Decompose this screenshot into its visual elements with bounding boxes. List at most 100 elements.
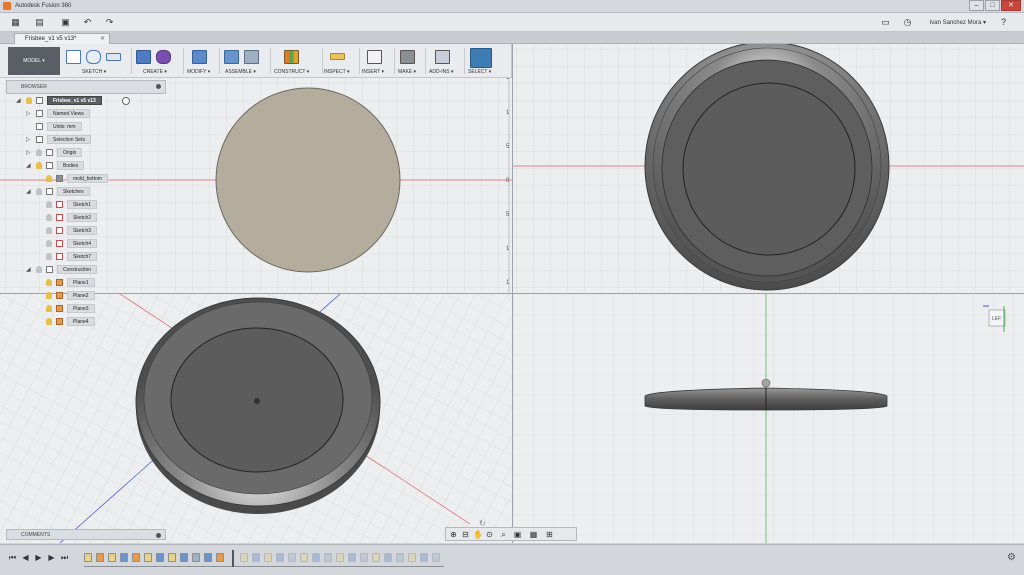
tree-node-label[interactable]: Sketch2 xyxy=(67,213,98,222)
timeline-feature-suppressed-icon[interactable] xyxy=(336,553,344,562)
comments-panel-header[interactable]: COMMENTS xyxy=(6,529,166,540)
visibility-bulb-icon[interactable] xyxy=(46,240,52,247)
visibility-bulb-icon[interactable] xyxy=(46,175,52,182)
job-status-icon[interactable]: ▭ xyxy=(880,17,891,28)
visibility-bulb-icon[interactable] xyxy=(46,227,52,234)
select-cursor-icon[interactable] xyxy=(470,48,492,68)
look-at-icon[interactable]: ⊟ xyxy=(461,530,470,539)
zoom-icon[interactable]: ⊙ xyxy=(485,530,494,539)
expand-icon[interactable]: ▷ xyxy=(26,110,33,117)
timeline-feature-sketch-icon[interactable] xyxy=(108,553,116,562)
insert-image-icon[interactable] xyxy=(367,50,382,64)
timeline-feature-suppressed-icon[interactable] xyxy=(312,553,320,562)
collapse-icon[interactable]: ◢ xyxy=(16,97,23,104)
tree-node-label[interactable]: Units: mm xyxy=(47,122,82,131)
help-icon[interactable]: ? xyxy=(998,17,1009,28)
create-form-icon[interactable] xyxy=(156,50,171,64)
timeline-feature-fillet-icon[interactable] xyxy=(192,553,200,562)
viewport-divider-vertical[interactable] xyxy=(512,44,513,543)
frisbee-body-perspective[interactable] xyxy=(135,297,381,514)
toolbar-group-sketch[interactable]: SKETCH ▾ xyxy=(64,47,124,77)
press-pull-icon[interactable] xyxy=(192,50,207,64)
joint-icon[interactable] xyxy=(244,50,259,64)
viewport-perspective[interactable]: ↻ xyxy=(0,294,512,543)
create-sketch-icon[interactable] xyxy=(66,50,81,64)
step-forward-icon[interactable]: ▶ xyxy=(47,553,56,562)
tree-node-label[interactable]: Sketch7 xyxy=(67,252,98,261)
visibility-bulb-icon[interactable] xyxy=(36,266,42,273)
toolbar-group-construct[interactable]: CONSTRUCT ▾ xyxy=(272,47,318,77)
collapse-icon[interactable]: ◢ xyxy=(26,162,33,169)
toolbar-group-modify[interactable]: MODIFY ▾ xyxy=(186,47,220,77)
tree-node-label[interactable]: Named Views xyxy=(47,109,90,118)
close-window-icon[interactable]: ✕ xyxy=(1001,0,1021,11)
tree-node-label[interactable]: Plane2 xyxy=(67,291,95,300)
root-component-label[interactable]: Frisbee_v1 v5 v13 xyxy=(47,96,102,105)
data-panel-grid-icon[interactable]: ▦ xyxy=(10,17,21,28)
line-tool-icon[interactable] xyxy=(86,50,101,64)
visibility-bulb-icon[interactable] xyxy=(46,279,52,286)
timeline-feature-extrude-icon[interactable] xyxy=(120,553,128,562)
timeline-feature-suppressed-icon[interactable] xyxy=(420,553,428,562)
user-account-menu[interactable]: Ivan Sanchez Mora ▾ xyxy=(930,19,986,26)
file-menu-icon[interactable]: ▤ xyxy=(34,17,45,28)
toolbar-group-insert[interactable]: INSERT ▾ xyxy=(361,47,395,77)
redo-icon[interactable]: ↷ xyxy=(104,17,115,28)
tree-node-label[interactable]: Plane3 xyxy=(67,304,95,313)
tree-node-label[interactable]: Origin xyxy=(57,148,83,157)
grid-settings-icon[interactable]: ▦ xyxy=(529,530,538,539)
maximize-icon[interactable]: □ xyxy=(985,0,1000,11)
toolbar-group-select[interactable]: SELECT ▾ xyxy=(466,47,500,77)
timeline-feature-suppressed-icon[interactable] xyxy=(264,553,272,562)
timeline-feature-sketch-icon[interactable] xyxy=(168,553,176,562)
timeline-feature-suppressed-icon[interactable] xyxy=(408,553,416,562)
clock-icon[interactable]: ◷ xyxy=(902,17,913,28)
timeline-feature-plane-icon[interactable] xyxy=(132,553,140,562)
frisbee-body-top[interactable] xyxy=(644,44,890,291)
tree-node-label[interactable]: Plane1 xyxy=(67,278,95,287)
workspace-switcher[interactable]: MODEL ▾ xyxy=(8,47,60,75)
collapse-icon[interactable]: ◢ xyxy=(26,188,33,195)
timeline-feature-suppressed-icon[interactable] xyxy=(432,553,440,562)
timeline-feature-suppressed-icon[interactable] xyxy=(384,553,392,562)
viewport-top[interactable] xyxy=(513,44,1024,293)
tree-node-label[interactable]: Sketch3 xyxy=(67,226,98,235)
pan-hand-icon[interactable]: ✋ xyxy=(473,530,483,539)
timeline-feature-suppressed-icon[interactable] xyxy=(396,553,404,562)
scripts-addins-icon[interactable] xyxy=(435,50,450,64)
timeline-feature-suppressed-icon[interactable] xyxy=(348,553,356,562)
rectangle-tool-icon[interactable] xyxy=(106,53,121,61)
document-tab[interactable]: Frisbee_v1 v5 v13* ✕ xyxy=(14,33,110,44)
collapse-icon[interactable]: ◢ xyxy=(26,266,33,273)
timeline-feature-suppressed-icon[interactable] xyxy=(300,553,308,562)
timeline-feature-plane-icon[interactable] xyxy=(216,553,224,562)
tree-node-label[interactable]: Sketches xyxy=(57,187,90,196)
play-icon[interactable]: ▶ xyxy=(34,553,43,562)
undo-icon[interactable]: ↶ xyxy=(82,17,93,28)
timeline-feature-combine-icon[interactable] xyxy=(204,553,212,562)
tree-node-label[interactable]: Construction xyxy=(57,265,98,274)
display-settings-icon[interactable]: ▣ xyxy=(513,530,522,539)
visibility-bulb-icon[interactable] xyxy=(46,214,52,221)
toolbar-group-assemble[interactable]: ASSEMBLE ▾ xyxy=(222,47,266,77)
fit-icon[interactable]: ⌕ xyxy=(499,530,508,539)
timeline-feature-suppressed-icon[interactable] xyxy=(252,553,260,562)
toolbar-group-make[interactable]: MAKE ▾ xyxy=(396,47,424,77)
tree-node-label[interactable]: Plane4 xyxy=(67,317,95,326)
minimize-icon[interactable]: – xyxy=(969,0,984,11)
pin-panel-icon[interactable] xyxy=(156,533,161,538)
new-component-icon[interactable] xyxy=(224,50,239,64)
timeline-marker[interactable] xyxy=(232,550,234,567)
timeline-feature-suppressed-icon[interactable] xyxy=(324,553,332,562)
close-tab-icon[interactable]: ✕ xyxy=(100,34,105,44)
orbit-icon[interactable]: ⊕ xyxy=(449,530,458,539)
timeline-feature-extrude-icon[interactable] xyxy=(180,553,188,562)
timeline-feature-suppressed-icon[interactable] xyxy=(240,553,248,562)
tree-node-label[interactable]: Sketch1 xyxy=(67,200,98,209)
save-icon[interactable]: ▣ xyxy=(60,17,71,28)
timeline-feature-sketch-icon[interactable] xyxy=(84,553,92,562)
timeline-feature-suppressed-icon[interactable] xyxy=(372,553,380,562)
measure-icon[interactable] xyxy=(330,53,345,60)
toolbar-group-addins[interactable]: ADD-INS ▾ xyxy=(427,47,463,77)
tree-node-label[interactable]: Bodies xyxy=(57,161,85,170)
